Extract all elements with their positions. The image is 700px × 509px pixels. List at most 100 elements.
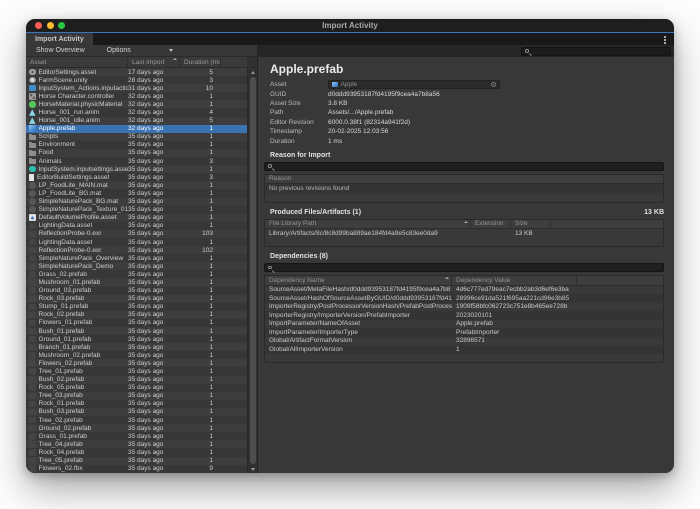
asset-row[interactable]: InputSystem_Actions.inputactio31 days ag… [26, 84, 247, 92]
dependency-row[interactable]: ImportParameter/NameOfAssetApple.prefab [265, 320, 663, 329]
column-header-dependency-value[interactable]: Dependency Value [452, 276, 577, 285]
scroll-down-icon[interactable] [251, 468, 255, 471]
asset-row[interactable]: SimpleNaturePack_Demo35 days ago1 [26, 262, 247, 270]
scroll-up-icon[interactable] [251, 71, 255, 74]
asset-row[interactable]: DefaultVolumeProfile.asset35 days ago1 [26, 214, 247, 222]
text-asset-icon [29, 174, 34, 181]
asset-row[interactable]: Food35 days ago1 [26, 149, 247, 157]
asset-row[interactable]: Bush_01.prefab35 days ago1 [26, 327, 247, 335]
asset-label: Rock_02.prefab [39, 311, 85, 318]
asset-row[interactable]: Flowers_01.prefab35 days ago1 [26, 319, 247, 327]
asset-row[interactable]: Rock_05.prefab35 days ago1 [26, 384, 247, 392]
object-picker-icon[interactable] [491, 82, 496, 87]
column-header-asset[interactable]: Asset [26, 57, 128, 67]
last-import-cell: 35 days ago [128, 408, 180, 415]
asset-row[interactable]: Tree_04.prefab35 days ago1 [26, 440, 247, 448]
asset-row[interactable]: Stump_01.prefab35 days ago1 [26, 303, 247, 311]
asset-row[interactable]: InputSystem.inputsettings.asse35 days ag… [26, 165, 247, 173]
asset-row[interactable]: Ground_03.prefab35 days ago1 [26, 287, 247, 295]
duration-cell: 1 [180, 133, 221, 140]
asset-row[interactable]: Grass_01.prefab35 days ago1 [26, 432, 247, 440]
asset-row[interactable]: Horse_001_run.anim32 days ago4 [26, 108, 247, 116]
last-import-cell: 35 days ago [128, 198, 180, 205]
zoom-window-button[interactable] [58, 22, 65, 29]
show-overview-button[interactable]: Show Overview [26, 47, 85, 54]
dependency-row[interactable]: ImporterRegistry/ImporterVersion/PrefabI… [265, 311, 663, 320]
asset-row[interactable]: Ground_02.prefab35 days ago1 [26, 424, 247, 432]
column-header-file-library-path[interactable]: File Library Path [265, 220, 471, 229]
dim-icon [29, 247, 36, 254]
asset-row[interactable]: LP_FoodLite_BG.mat35 days ago1 [26, 189, 247, 197]
asset-row[interactable]: Rock_03.prefab35 days ago1 [26, 295, 247, 303]
last-import-cell: 35 days ago [128, 465, 180, 472]
asset-cell: Tree_03.prefab [26, 392, 128, 399]
asset-row[interactable]: Mushroom_01.prefab35 days ago1 [26, 278, 247, 286]
asset-row[interactable]: Grass_02.prefab35 days ago1 [26, 270, 247, 278]
dependency-row[interactable]: SourceAsset/HashOfSourceAssetByGUID/d0dd… [265, 294, 663, 303]
asset-list-pane: Show Overview Options Asset Last Import … [26, 45, 258, 473]
asset-row[interactable]: EditorSettings.asset17 days ago5 [26, 68, 247, 76]
column-header-last-import[interactable]: Last Import [128, 57, 180, 67]
asset-row[interactable]: HorseMaterial.physicMaterial32 days ago1 [26, 100, 247, 108]
physic-material-icon [29, 101, 36, 108]
column-header-dependency-name[interactable]: Dependency Name [265, 276, 452, 285]
asset-row[interactable]: SimpleNaturePack_BG.mat35 days ago1 [26, 198, 247, 206]
asset-row[interactable]: Flowers_02.prefab35 days ago1 [26, 359, 247, 367]
asset-row[interactable]: Tree_02.prefab35 days ago1 [26, 416, 247, 424]
asset-row[interactable]: Bush_03.prefab35 days ago1 [26, 408, 247, 416]
dependency-row[interactable]: SourceAsset/MetaFileHash/d0ddd93953187fd… [265, 286, 663, 295]
asset-row[interactable]: FarmScene.unity28 days ago3 [26, 76, 247, 84]
dependency-row[interactable]: Global/AllImporterVersion1 [265, 345, 663, 354]
asset-row[interactable]: Tree_05.prefab35 days ago1 [26, 457, 247, 465]
asset-row[interactable]: SimpleNaturePack_Overview35 days ago1 [26, 254, 247, 262]
asset-row[interactable]: Scripts35 days ago1 [26, 133, 247, 141]
minimize-window-button[interactable] [47, 22, 54, 29]
asset-object-field[interactable]: Apple [328, 80, 500, 89]
asset-row[interactable]: Apple.prefab32 days ago1 [26, 125, 247, 133]
column-header-duration[interactable]: Duration (ms) [180, 57, 221, 67]
asset-row[interactable]: Tree_03.prefab35 days ago1 [26, 392, 247, 400]
asset-row[interactable]: Tree_01.prefab35 days ago1 [26, 367, 247, 375]
last-import-cell: 35 days ago [128, 295, 180, 302]
asset-row[interactable]: SimpleNaturePack_Texture_01.m35 days ago… [26, 206, 247, 214]
produced-file-row[interactable]: Library/Artifacts/8c/8c8d99ba889ae184fd4… [265, 229, 663, 238]
asset-row[interactable]: Rock_02.prefab35 days ago1 [26, 311, 247, 319]
column-header-reason[interactable]: Reason [265, 175, 663, 184]
dependency-row[interactable]: ImporterRegistry/PostProcessorVersionHas… [265, 303, 663, 312]
dependency-row[interactable]: Global/ArtifactFormatVersion32896571 [265, 337, 663, 346]
tab-import-activity[interactable]: Import Activity [26, 33, 93, 45]
column-header-size[interactable]: Size [511, 220, 551, 229]
asset-row[interactable]: Bush_02.prefab35 days ago1 [26, 376, 247, 384]
asset-row[interactable]: Rock_04.prefab35 days ago1 [26, 448, 247, 456]
asset-row[interactable]: LightingData.asset35 days ago1 [26, 238, 247, 246]
asset-row[interactable]: LP_FoodLite_MAIN.mat35 days ago1 [26, 181, 247, 189]
asset-row[interactable]: Mushroom_02.prefab35 days ago1 [26, 351, 247, 359]
options-dropdown[interactable]: Options [85, 47, 173, 54]
kebab-menu-icon[interactable] [664, 36, 666, 38]
detail-search-input[interactable] [521, 47, 671, 56]
asset-row[interactable]: Horse_001_idle.anim32 days ago5 [26, 117, 247, 125]
detail-header-strip [258, 45, 674, 57]
asset-row[interactable]: Rock_01.prefab35 days ago1 [26, 400, 247, 408]
asset-row[interactable]: Environment35 days ago1 [26, 141, 247, 149]
info-field: Timestamp20-02-2025 12:03:56 [270, 127, 664, 136]
reason-heading: Reason for Import [270, 152, 330, 159]
asset-cell: LP_FoodLite_BG.mat [26, 190, 128, 197]
vertical-scrollbar[interactable] [247, 68, 257, 473]
asset-row[interactable]: Branch_01.prefab35 days ago1 [26, 343, 247, 351]
close-window-button[interactable] [35, 22, 42, 29]
dependencies-search-input[interactable] [264, 263, 664, 272]
asset-row[interactable]: ReflectionProbe-0.exr35 days ago103 [26, 230, 247, 238]
asset-row[interactable]: Horse Character.controller32 days ago1 [26, 92, 247, 100]
asset-row[interactable]: LightingData.asset35 days ago1 [26, 222, 247, 230]
column-header-extension[interactable]: Extension [471, 220, 511, 229]
asset-row[interactable]: Flowers_02.fbx35 days ago9 [26, 465, 247, 473]
scrollbar-thumb[interactable] [250, 77, 256, 464]
dependency-row[interactable]: ImportParameter/ImporterTypePrefabImport… [265, 328, 663, 337]
asset-row[interactable]: EditorBuildSettings.asset35 days ago3 [26, 173, 247, 181]
reason-search-input[interactable] [264, 162, 664, 171]
asset-row[interactable]: ReflectionProbe-0.exr35 days ago102 [26, 246, 247, 254]
asset-row[interactable]: Animals35 days ago3 [26, 157, 247, 165]
dependencies-table-rows: SourceAsset/MetaFileHash/d0ddd93953187fd… [265, 286, 663, 354]
asset-row[interactable]: Ground_01.prefab35 days ago1 [26, 335, 247, 343]
